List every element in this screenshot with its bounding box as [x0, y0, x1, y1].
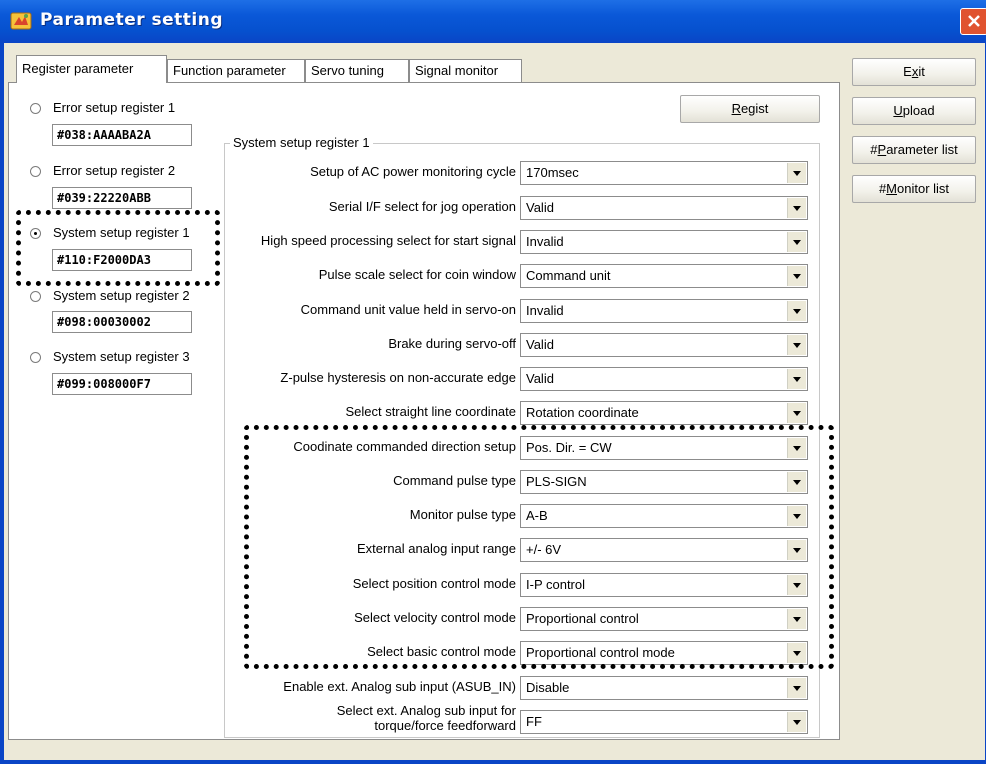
radio-label: System setup register 3 [53, 349, 190, 364]
regist-button-hotkey: R [731, 101, 741, 116]
tab-function-parameter[interactable]: Function parameter [167, 59, 305, 83]
register-value-field: #038:AAAABA2A [52, 124, 192, 146]
param-label: Command unit value held in servo-on [300, 302, 516, 317]
close-icon [968, 15, 980, 27]
brake-servo-off-select[interactable]: Valid [520, 333, 808, 357]
param-label-multiline: Select ext. Analog sub input for torque/… [337, 703, 516, 733]
parameter-list-label-pre: # [870, 142, 878, 157]
tab-label: Register parameter [22, 61, 134, 76]
param-label: Serial I/F select for jog operation [328, 199, 516, 214]
param-label-line: Select ext. Analog sub input for [336, 703, 516, 718]
select-value: Valid [526, 200, 554, 215]
select-value: 170msec [526, 165, 579, 180]
param-label: Select straight line coordinate [345, 404, 516, 419]
param-label: Brake during servo-off [388, 336, 516, 351]
app-icon [10, 12, 32, 30]
ac-power-monitoring-cycle-select[interactable]: 170msec [520, 161, 808, 185]
select-value: FF [526, 714, 542, 729]
param-label: Setup of AC power monitoring cycle [310, 164, 516, 179]
analog-sub-input-feedforward-select[interactable]: FF [520, 710, 808, 734]
chevron-down-icon[interactable] [787, 335, 806, 355]
chevron-down-icon[interactable] [787, 266, 806, 286]
select-value: Disable [526, 680, 570, 695]
upload-label-hotkey: U [893, 103, 903, 118]
monitor-list-button[interactable]: #Monitor list [852, 175, 976, 203]
highlight-frame-selected-register [16, 210, 220, 286]
radio-button[interactable] [30, 291, 41, 302]
select-value: Rotation coordinate [526, 405, 639, 420]
chevron-down-icon[interactable] [787, 198, 806, 218]
highlight-frame-parameters [244, 425, 834, 669]
z-pulse-hysteresis-select[interactable]: Valid [520, 367, 808, 391]
select-value: Invalid [526, 234, 564, 249]
analog-sub-input-enable-select[interactable]: Disable [520, 676, 808, 700]
title-bar[interactable]: Parameter setting [0, 0, 986, 43]
chevron-down-icon[interactable] [787, 232, 806, 252]
parameter-list-label-post: arameter list [886, 142, 958, 157]
select-value: Command unit [526, 268, 611, 283]
parameter-list-label-hotkey: P [877, 142, 887, 157]
radio-button[interactable] [30, 166, 41, 177]
param-label: Z-pulse hysteresis on non-accurate edge [280, 370, 516, 385]
select-value: Valid [526, 337, 554, 352]
param-label: High speed processing select for start s… [260, 233, 516, 248]
parameter-list-button[interactable]: #Parameter list [852, 136, 976, 164]
regist-button-label: egist [740, 101, 769, 116]
param-label-line: torque/force feedforward [374, 718, 516, 733]
tab-signal-monitor[interactable]: Signal monitor [409, 59, 522, 83]
exit-label-pre: E [903, 64, 912, 79]
tab-label: Servo tuning [311, 63, 384, 78]
param-label: Enable ext. Analog sub input (ASUB_IN) [283, 679, 516, 694]
register-value-field: #098:00030002 [52, 311, 192, 333]
radio-button[interactable] [30, 103, 41, 114]
upload-button[interactable]: Upload [852, 97, 976, 125]
param-label: Pulse scale select for coin window [318, 267, 516, 282]
select-value: Invalid [526, 303, 564, 318]
regist-button[interactable]: Regist [680, 95, 820, 123]
tab-servo-tuning[interactable]: Servo tuning [305, 59, 409, 83]
high-speed-processing-select[interactable]: Invalid [520, 230, 808, 254]
tab-label: Function parameter [173, 63, 286, 78]
radio-label: Error setup register 1 [53, 100, 176, 115]
tab-label: Signal monitor [415, 63, 499, 78]
radio-label: Error setup register 2 [53, 163, 176, 178]
radio-button[interactable] [30, 352, 41, 363]
chevron-down-icon[interactable] [787, 678, 806, 698]
chevron-down-icon[interactable] [787, 403, 806, 423]
chevron-down-icon[interactable] [787, 163, 806, 183]
close-button[interactable] [960, 8, 986, 35]
radio-label: System setup register 2 [53, 288, 190, 303]
select-value: Valid [526, 371, 554, 386]
chevron-down-icon[interactable] [787, 301, 806, 321]
monitor-list-label-hotkey: M [886, 181, 898, 196]
monitor-list-label-post: onitor list [897, 181, 950, 196]
command-unit-held-select[interactable]: Invalid [520, 299, 808, 323]
window-title: Parameter setting [40, 10, 224, 30]
straight-line-coordinate-select[interactable]: Rotation coordinate [520, 401, 808, 425]
group-title: System setup register 1 [230, 135, 373, 150]
chevron-down-icon[interactable] [787, 369, 806, 389]
upload-label-post: pload [902, 103, 935, 118]
exit-button[interactable]: Exit [852, 58, 976, 86]
chevron-down-icon[interactable] [787, 712, 806, 732]
pulse-scale-coin-window-select[interactable]: Command unit [520, 264, 808, 288]
serial-if-jog-select[interactable]: Valid [520, 196, 808, 220]
register-value-field: #099:008000F7 [52, 373, 192, 395]
exit-label-post: it [918, 64, 925, 79]
register-value-field: #039:22220ABB [52, 187, 192, 209]
tab-register-parameter[interactable]: Register parameter [16, 55, 167, 84]
